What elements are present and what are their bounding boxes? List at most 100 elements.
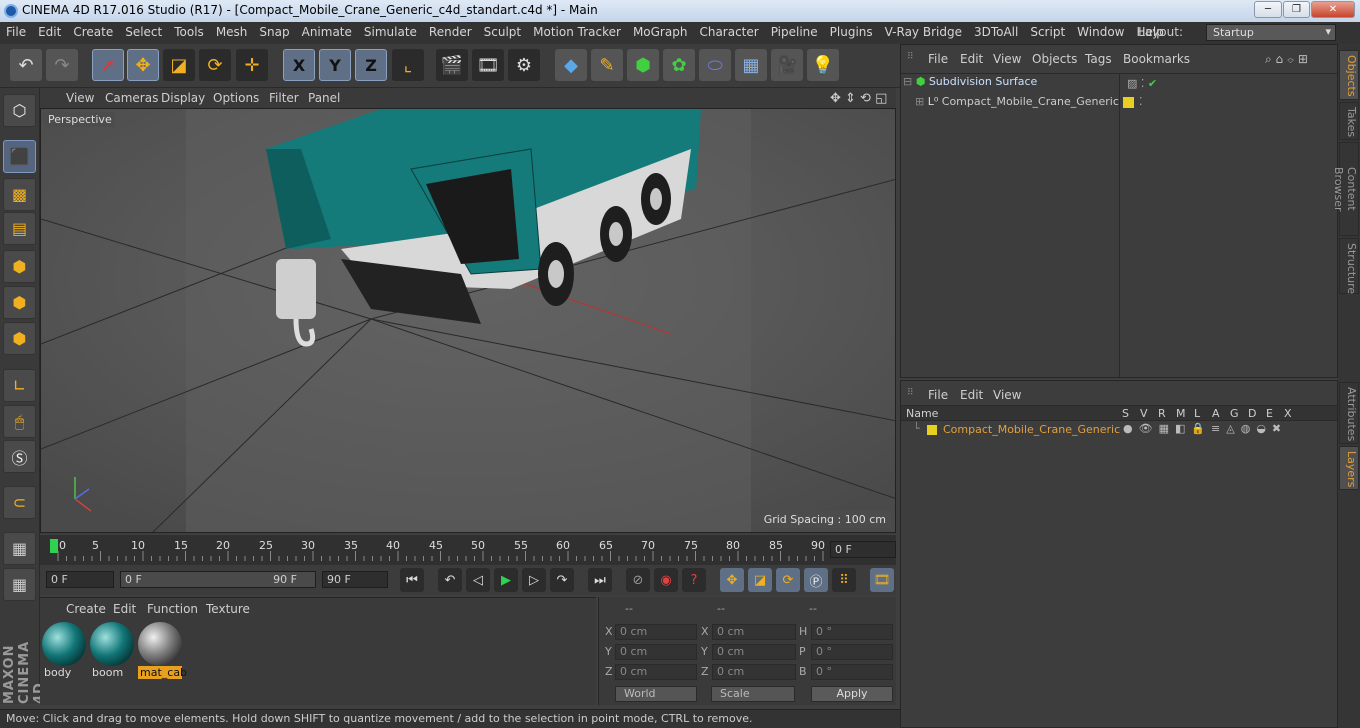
tab-content-browser[interactable]: Content Browser: [1332, 142, 1359, 236]
texture-mode-icon[interactable]: ▩: [3, 178, 36, 211]
menu-character[interactable]: Character: [693, 22, 764, 44]
redo-icon[interactable]: ↷: [46, 49, 78, 81]
menu-3dtoall[interactable]: 3DToAll: [968, 22, 1024, 44]
objects-menu-objects[interactable]: Objects: [1032, 52, 1077, 66]
menu-window[interactable]: Window: [1071, 22, 1130, 44]
render-view-icon[interactable]: 🎬: [436, 49, 468, 81]
material-menu-function[interactable]: Function: [147, 602, 198, 616]
material-menu-edit[interactable]: Edit: [113, 602, 136, 616]
position-z-field[interactable]: 0 cm: [615, 664, 697, 680]
tab-attributes[interactable]: Attributes: [1339, 382, 1359, 444]
size-mode-dropdown[interactable]: Scale: [711, 686, 795, 702]
menu-vray-bridge[interactable]: V-Ray Bridge: [879, 22, 968, 44]
column-animation[interactable]: A: [1212, 407, 1220, 420]
objects-menu-view[interactable]: View: [993, 52, 1021, 66]
points-mode-icon[interactable]: ⬢: [3, 250, 36, 283]
live-selection-icon[interactable]: ➚: [92, 49, 124, 81]
make-editable-icon[interactable]: ⬡: [3, 94, 36, 127]
camera-icon[interactable]: 🎥: [771, 49, 803, 81]
panel-grip-icon[interactable]: ⠿: [907, 388, 914, 398]
objects-menu-bookmarks[interactable]: Bookmarks: [1123, 52, 1190, 66]
layer-color-tag[interactable]: [1123, 97, 1134, 108]
layers-menu-file[interactable]: File: [928, 388, 948, 402]
menu-select[interactable]: Select: [119, 22, 168, 44]
move-tool-icon[interactable]: ✥: [127, 49, 159, 81]
apply-button[interactable]: Apply: [811, 686, 893, 702]
coordinate-mode-dropdown[interactable]: World: [615, 686, 697, 702]
material-swatch-boom[interactable]: boom: [90, 622, 134, 679]
solo-mode-icon[interactable]: Ⓢ: [3, 440, 36, 473]
record-scale-icon[interactable]: ◪: [748, 568, 772, 592]
recent-tool-icon[interactable]: ✛: [236, 49, 268, 81]
subdivision-surface-icon[interactable]: ⬢: [627, 49, 659, 81]
rotation-p-field[interactable]: 0 °: [811, 644, 893, 660]
column-expressions[interactable]: E: [1266, 407, 1273, 420]
menu-sculpt[interactable]: Sculpt: [478, 22, 527, 44]
column-name[interactable]: Name: [906, 407, 938, 420]
tab-layers[interactable]: Layers: [1339, 446, 1359, 490]
object-row-crane[interactable]: ⊞ L⁰ Compact_Mobile_Crane_Generic: [915, 95, 1119, 115]
viewport-menu-panel[interactable]: Panel: [308, 91, 340, 105]
material-menu-texture[interactable]: Texture: [206, 602, 250, 616]
record-position-icon[interactable]: ✥: [720, 568, 744, 592]
go-to-end-icon[interactable]: ⏭: [588, 568, 612, 592]
pen-spline-icon[interactable]: ✎: [591, 49, 623, 81]
column-locked[interactable]: L: [1194, 407, 1200, 420]
frame-range-slider[interactable]: 0 F 90 F: [120, 571, 316, 588]
previous-key-icon[interactable]: ↶: [438, 568, 462, 592]
material-swatch-mat-cab[interactable]: mat_cab: [138, 622, 187, 679]
viewport-menu-filter[interactable]: Filter: [269, 91, 299, 105]
menu-motion-tracker[interactable]: Motion Tracker: [527, 22, 627, 44]
size-y-field[interactable]: 0 cm: [712, 644, 796, 660]
object-tags-subdivision[interactable]: ▨ ⁚ ✔: [1127, 77, 1157, 90]
workplane-mode-icon[interactable]: ▤: [3, 212, 36, 245]
material-swatch-body[interactable]: body: [42, 622, 86, 679]
menu-script[interactable]: Script: [1024, 22, 1071, 44]
objects-menu-file[interactable]: File: [928, 52, 948, 66]
tweak-mode-icon[interactable]: 🖱: [3, 405, 36, 438]
column-solo[interactable]: S: [1122, 407, 1129, 420]
menu-render[interactable]: Render: [423, 22, 478, 44]
maximize-button[interactable]: ❐: [1283, 1, 1310, 18]
menu-create[interactable]: Create: [67, 22, 119, 44]
next-frame-icon[interactable]: ▷: [522, 568, 546, 592]
deformer-icon[interactable]: ⬭: [699, 49, 731, 81]
viewport-menu-options[interactable]: Options: [213, 91, 259, 105]
render-settings-icon[interactable]: ⚙: [508, 49, 540, 81]
minimize-button[interactable]: ─: [1254, 1, 1282, 18]
record-pla-icon[interactable]: ⠿: [832, 568, 856, 592]
layer-name[interactable]: Compact_Mobile_Crane_Generic: [943, 423, 1120, 436]
layer-color-swatch[interactable]: [927, 425, 937, 435]
scale-tool-icon[interactable]: ◪: [163, 49, 195, 81]
material-menu-create[interactable]: Create: [66, 602, 106, 616]
rotate-tool-icon[interactable]: ⟳: [199, 49, 231, 81]
workplane-lock-icon[interactable]: ▦: [3, 532, 36, 565]
menu-tools[interactable]: Tools: [168, 22, 210, 44]
record-rotation-icon[interactable]: ⟳: [776, 568, 800, 592]
position-y-field[interactable]: 0 cm: [615, 644, 697, 660]
axis-mode-icon[interactable]: ∟: [3, 369, 36, 402]
timeline-ruler[interactable]: 0 5 10 15 20 25 30 35 40 45 50 55 60 65 …: [40, 535, 896, 565]
snapping-icon[interactable]: ⊂: [3, 486, 36, 519]
menu-mograph[interactable]: MoGraph: [627, 22, 694, 44]
go-to-start-icon[interactable]: ⏮: [400, 568, 424, 592]
viewport-menu-cameras[interactable]: Cameras: [105, 91, 158, 105]
autokeying-icon[interactable]: ?: [682, 568, 706, 592]
tree-expander-icon[interactable]: ⊞: [915, 95, 924, 108]
viewport-camera-label[interactable]: Perspective: [45, 112, 115, 127]
start-frame-field[interactable]: 0 F: [46, 571, 114, 588]
mograph-cloner-icon[interactable]: ✿: [663, 49, 695, 81]
object-row-subdivision-surface[interactable]: ⊟ ⬢ Subdivision Surface: [903, 75, 1037, 95]
record-parameter-icon[interactable]: Ⓟ: [804, 568, 828, 592]
coordinate-system-icon[interactable]: ⌞: [392, 49, 424, 81]
previous-frame-icon[interactable]: ◁: [466, 568, 490, 592]
column-render[interactable]: R: [1158, 407, 1166, 420]
menu-simulate[interactable]: Simulate: [358, 22, 423, 44]
column-deformers[interactable]: D: [1248, 407, 1256, 420]
panel-grip-icon[interactable]: ⠿: [907, 52, 914, 62]
column-manager[interactable]: M: [1176, 407, 1186, 420]
current-frame-field[interactable]: 0 F: [830, 541, 896, 558]
next-key-icon[interactable]: ↷: [550, 568, 574, 592]
timeline-window-icon[interactable]: 🎞: [870, 568, 894, 592]
rotation-h-field[interactable]: 0 °: [811, 624, 893, 640]
